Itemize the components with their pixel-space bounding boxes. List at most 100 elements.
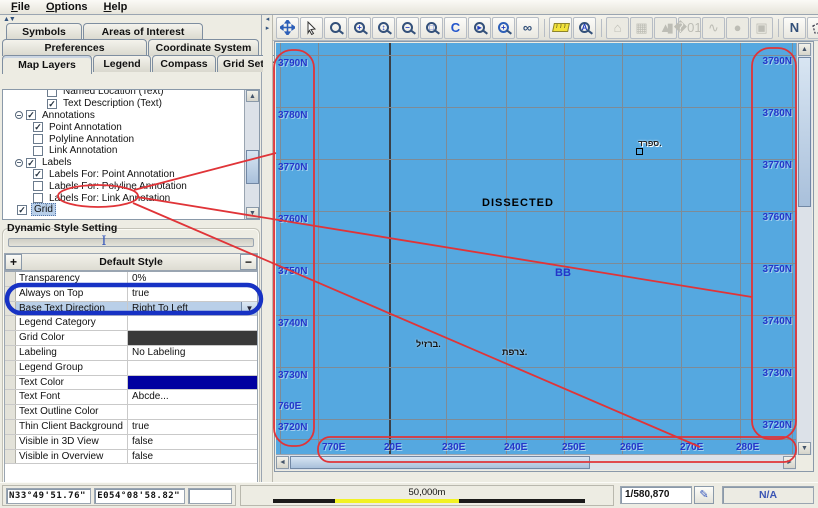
menu-help[interactable]: Help xyxy=(97,1,135,13)
scroll-right-icon[interactable]: ► xyxy=(783,456,796,469)
property-row-text-color[interactable]: Text Color xyxy=(5,376,257,391)
property-value[interactable]: true xyxy=(128,287,257,301)
scrollbar-thumb[interactable] xyxy=(798,57,811,207)
property-row-always-on-top[interactable]: Always on Toptrue xyxy=(5,287,257,302)
property-value[interactable] xyxy=(128,376,257,390)
property-row-text-outline-color[interactable]: Text Outline Color xyxy=(5,405,257,420)
measure-ruler-icon[interactable] xyxy=(549,17,572,39)
polygon-tool-icon[interactable] xyxy=(807,17,818,39)
tree-item-grid[interactable]: Grid xyxy=(3,204,259,216)
map-vertical-scrollbar[interactable]: ▲ ▼ xyxy=(796,43,812,455)
tree-item-polyline-annotation[interactable]: Polyline Annotation xyxy=(3,133,259,145)
zoom-out-icon[interactable]: − xyxy=(396,17,419,39)
property-row-base-text-direction[interactable]: Base Text DirectionRight To Left▼ xyxy=(5,302,257,317)
tree-checkbox[interactable] xyxy=(33,122,43,132)
tree-item-labels[interactable]: Labels xyxy=(3,157,259,169)
tree-expander-icon[interactable] xyxy=(15,159,23,167)
tree-checkbox[interactable] xyxy=(17,205,27,215)
zoom-fixed-icon[interactable]: ↕ xyxy=(372,17,395,39)
tab-legend[interactable]: Legend xyxy=(93,55,151,72)
style-slider[interactable] xyxy=(8,238,254,247)
property-value[interactable]: Abcde... xyxy=(128,390,257,404)
tree-checkbox[interactable] xyxy=(33,181,43,191)
query-cursor-icon[interactable]: ▸ xyxy=(468,17,491,39)
panel-splitter[interactable]: ◂▸ xyxy=(263,15,273,482)
tree-item-labels-for-point-annotation[interactable]: Labels For: Point Annotation xyxy=(3,169,259,181)
tree-checkbox[interactable] xyxy=(26,158,36,168)
tree-item-point-annotation[interactable]: Point Annotation xyxy=(3,121,259,133)
tree-checkbox[interactable] xyxy=(26,110,36,120)
point-annotation-marker[interactable] xyxy=(636,148,643,155)
pan-tool-icon[interactable] xyxy=(276,17,299,39)
property-row-text-font[interactable]: Text FontAbcde... xyxy=(5,390,257,405)
tree-item-labels-for-link-annotation[interactable]: Labels For: Link Annotation xyxy=(3,192,259,204)
scrollbar-thumb[interactable] xyxy=(290,456,590,469)
layers-tree[interactable]: Named Location (Text)Text Description (T… xyxy=(2,89,260,220)
zoom-box-icon[interactable] xyxy=(324,17,347,39)
remove-style-button[interactable]: − xyxy=(240,254,257,270)
tree-item-link-annotation[interactable]: Link Annotation xyxy=(3,145,259,157)
tab-areas-of-interest[interactable]: Areas of Interest xyxy=(83,23,203,40)
refresh-icon[interactable]: C xyxy=(444,17,467,39)
tree-checkbox[interactable] xyxy=(47,89,57,97)
scroll-left-icon[interactable]: ◄ xyxy=(276,456,289,469)
scroll-down-icon[interactable]: ▼ xyxy=(246,207,259,219)
property-value[interactable] xyxy=(128,316,257,330)
property-value[interactable]: false xyxy=(128,435,257,449)
property-row-transparency[interactable]: Transparency0% xyxy=(5,272,257,287)
center-zoom-icon[interactable]: + xyxy=(492,17,515,39)
north-arrow-icon[interactable]: N xyxy=(783,17,806,39)
tree-checkbox[interactable] xyxy=(33,169,43,179)
property-value[interactable]: false xyxy=(128,450,257,464)
property-value[interactable] xyxy=(128,331,257,345)
tree-item-named-location-text-[interactable]: Named Location (Text) xyxy=(3,89,259,98)
property-value[interactable]: No Labeling xyxy=(128,346,257,360)
select-cursor-icon[interactable] xyxy=(300,17,323,39)
property-value[interactable] xyxy=(128,405,257,419)
scroll-up-icon[interactable]: ▲ xyxy=(798,43,811,56)
tab-coordinate-system[interactable]: Coordinate System xyxy=(148,39,259,56)
direction-combobox[interactable]: Right To Left▼ xyxy=(128,302,257,316)
tree-checkbox[interactable] xyxy=(33,193,43,203)
map-canvas[interactable]: 3790N3790N3780N3780N3770N3770N3760N3760N… xyxy=(276,43,796,455)
tree-scrollbar[interactable]: ▲▼ xyxy=(244,90,259,219)
property-value[interactable]: 0% xyxy=(128,272,257,286)
scroll-up-icon[interactable]: ▲ xyxy=(246,90,259,102)
tab-compass[interactable]: Compass xyxy=(152,55,216,72)
panel-collapse-icon[interactable]: ▲▼ xyxy=(3,16,15,23)
combobox-dropdown-icon[interactable]: ▼ xyxy=(241,302,257,316)
menu-options[interactable]: Options xyxy=(39,1,95,13)
tree-checkbox[interactable] xyxy=(33,134,43,144)
overview-window-icon[interactable]: □ xyxy=(420,17,443,39)
property-row-thin-client-background[interactable]: Thin Client Backgroundtrue xyxy=(5,420,257,435)
tree-item-labels-for-polyline-annotation[interactable]: Labels For: Polyline Annotation xyxy=(3,180,259,192)
tree-item-text-description-text-[interactable]: Text Description (Text) xyxy=(3,98,259,110)
property-row-legend-category[interactable]: Legend Category xyxy=(5,316,257,331)
tab-symbols[interactable]: Symbols xyxy=(6,23,82,40)
property-row-visible-in-3d-view[interactable]: Visible in 3D Viewfalse xyxy=(5,435,257,450)
tree-item-annotations[interactable]: Annotations xyxy=(3,110,259,122)
property-value[interactable]: Right To Left▼ xyxy=(128,302,257,316)
scroll-down-icon[interactable]: ▼ xyxy=(798,442,811,455)
property-row-grid-color[interactable]: Grid Color xyxy=(5,331,257,346)
menu-file[interactable]: File xyxy=(4,1,37,13)
zoom-in-icon[interactable]: + xyxy=(348,17,371,39)
property-row-labeling[interactable]: LabelingNo Labeling xyxy=(5,346,257,361)
edit-scale-button[interactable]: ✎ xyxy=(694,486,714,504)
tab-map-layers[interactable]: Map Layers xyxy=(2,55,92,74)
map-horizontal-scrollbar[interactable]: ◄ ► xyxy=(276,454,796,470)
scrollbar-thumb[interactable] xyxy=(246,150,259,184)
slider-cursor-icon[interactable]: I xyxy=(100,234,108,250)
property-row-visible-in-overview[interactable]: Visible in Overviewfalse xyxy=(5,450,257,465)
find-label-icon[interactable]: A xyxy=(573,17,596,39)
property-value[interactable]: true xyxy=(128,420,257,434)
row-grip xyxy=(5,361,16,375)
add-style-button[interactable]: + xyxy=(5,254,22,270)
property-value[interactable] xyxy=(128,361,257,375)
tree-checkbox[interactable] xyxy=(47,99,57,109)
binoculars-icon[interactable]: ∞ xyxy=(516,17,539,39)
tab-preferences[interactable]: Preferences xyxy=(2,39,147,56)
tree-expander-icon[interactable] xyxy=(15,111,23,119)
property-row-legend-group[interactable]: Legend Group xyxy=(5,361,257,376)
tree-checkbox[interactable] xyxy=(33,146,43,156)
